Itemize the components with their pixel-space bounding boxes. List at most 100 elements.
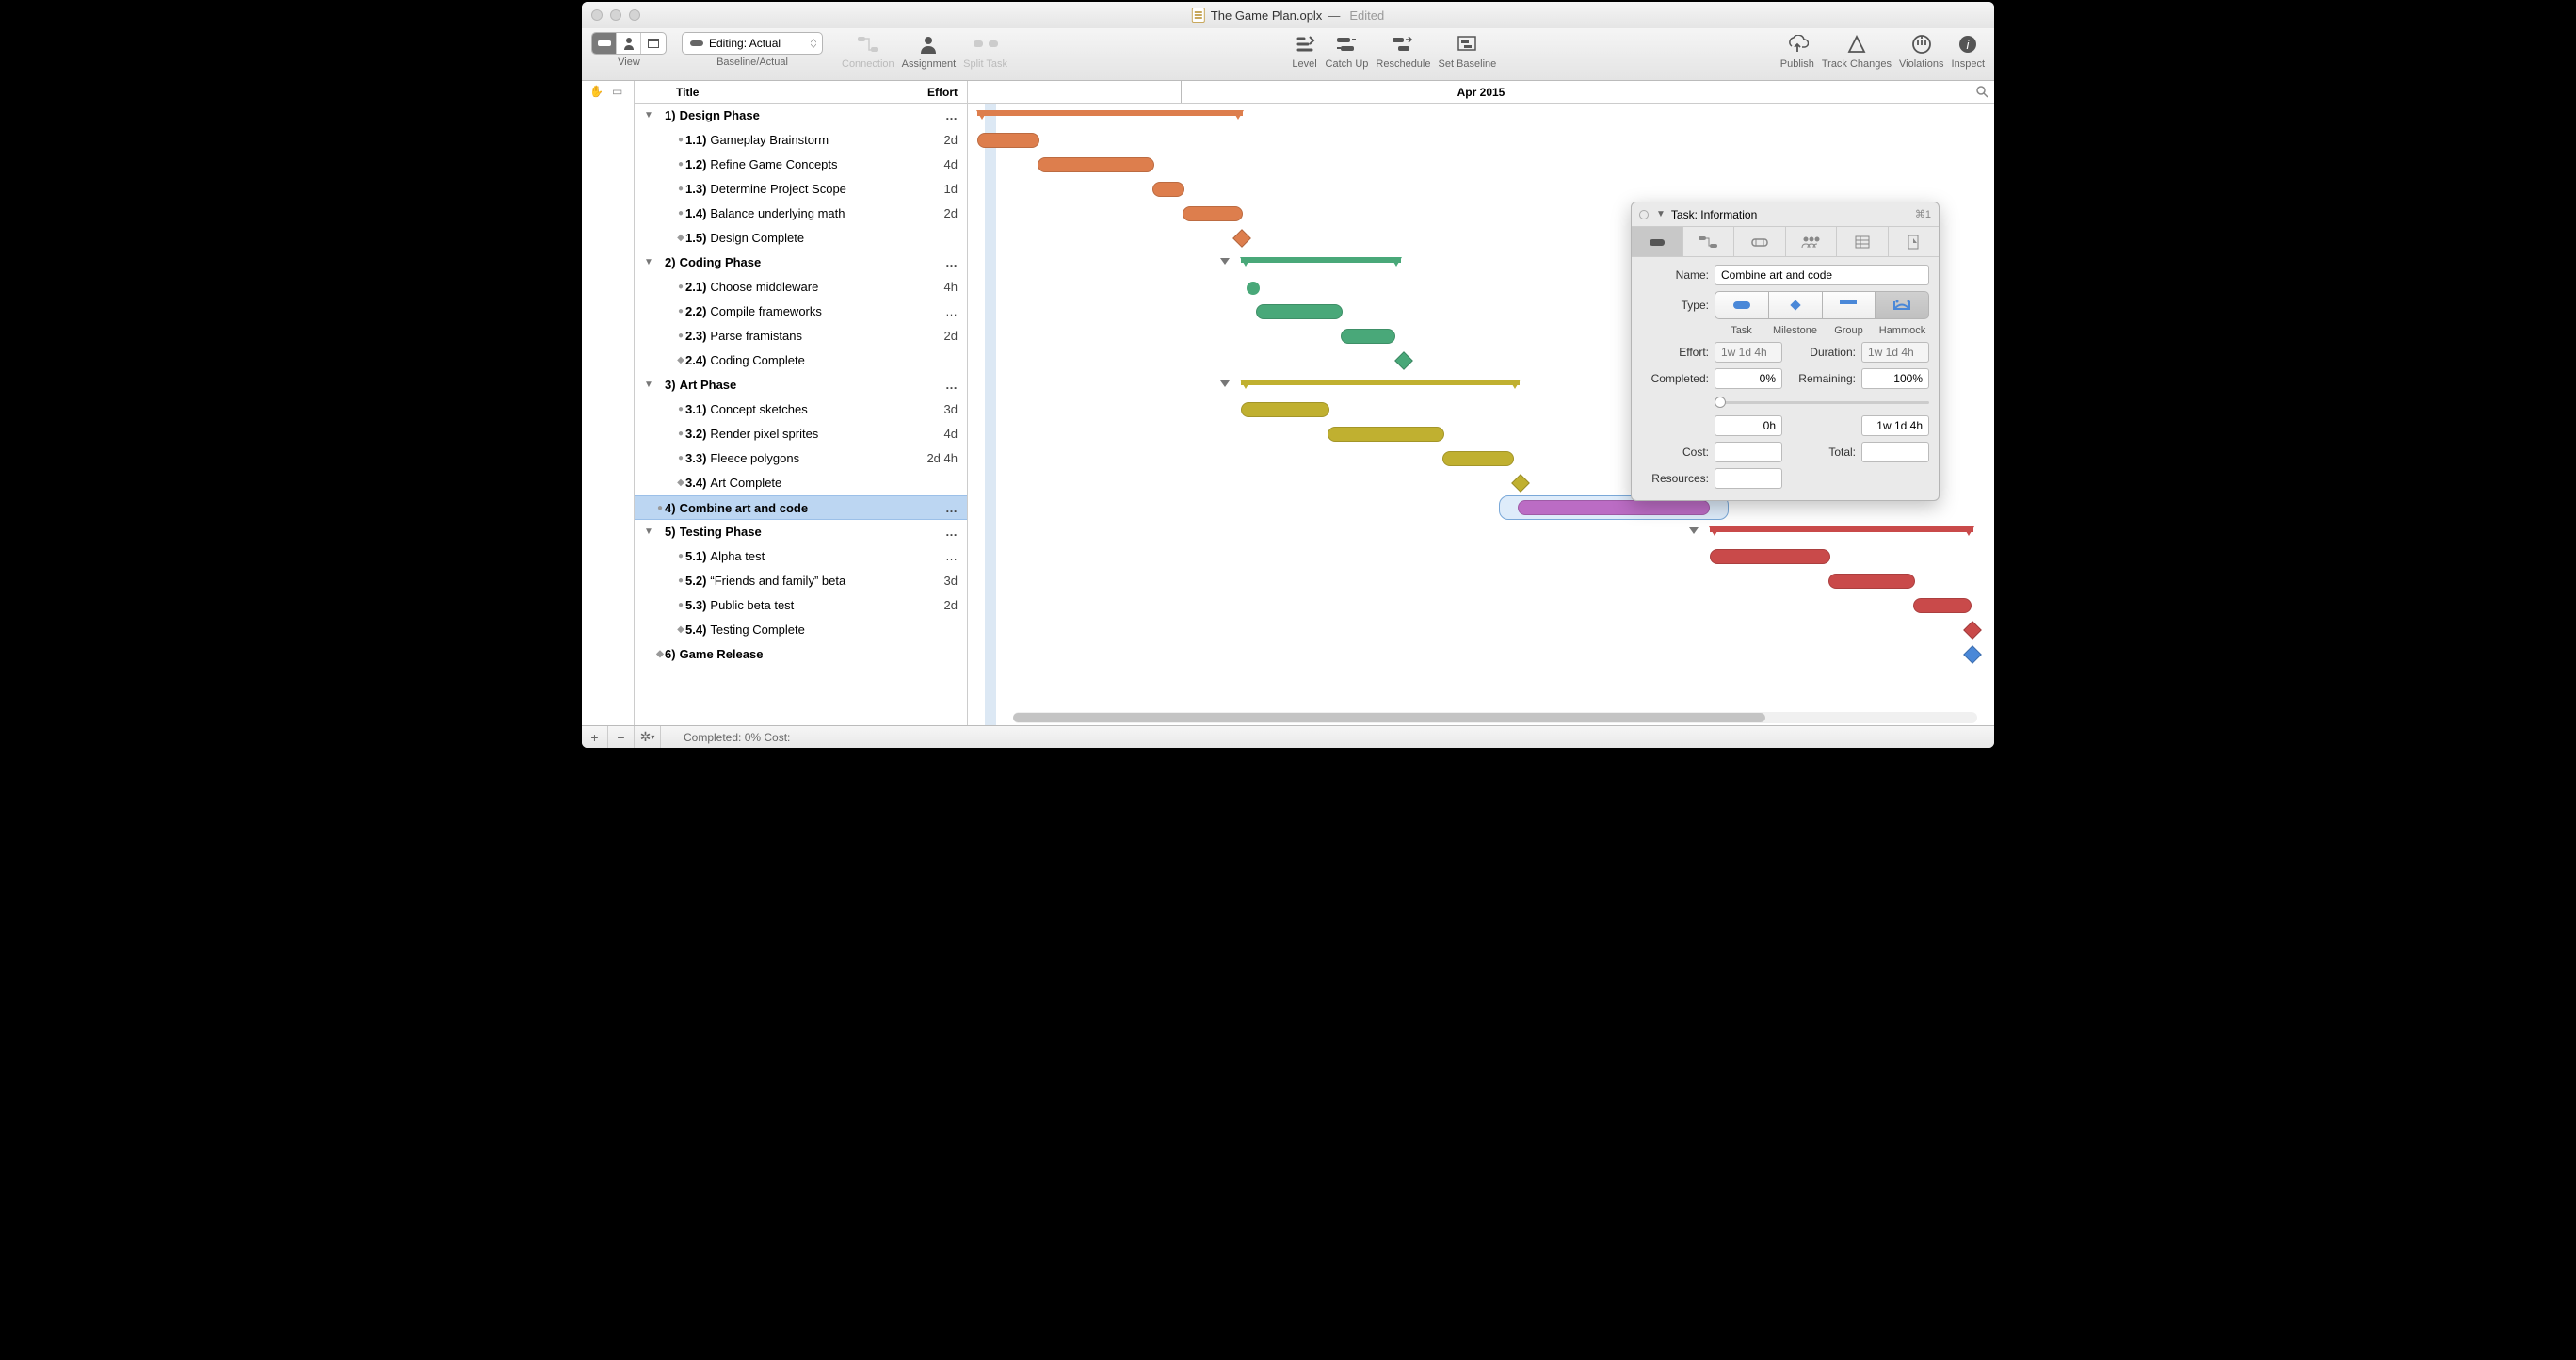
inspector-tab-resources[interactable] (1786, 227, 1838, 256)
minimize-icon[interactable] (610, 9, 621, 21)
disclosure-icon[interactable]: ▼ (642, 110, 655, 121)
gantt-bar[interactable] (1183, 206, 1243, 221)
inspector-titlebar[interactable]: ▼ Task: Information ⌘1 (1632, 202, 1939, 227)
gantt-bar[interactable] (1710, 549, 1830, 564)
inspector-tab-dependencies[interactable] (1683, 227, 1735, 256)
task-row[interactable]: ●2.1)Choose middleware4h (635, 275, 967, 300)
view-segmented[interactable] (591, 32, 667, 55)
task-rows[interactable]: ▼1)Design Phase…●1.1)Gameplay Brainstorm… (635, 104, 967, 725)
task-row[interactable]: ●1.2)Refine Game Concepts4d (635, 153, 967, 177)
type-hammock-button[interactable] (1876, 291, 1929, 319)
view-resources-button[interactable] (617, 33, 641, 54)
task-row[interactable]: ◆6)Game Release (635, 642, 967, 667)
remaining-duration-field[interactable] (1861, 415, 1929, 436)
view-gantt-button[interactable] (592, 33, 617, 54)
task-row[interactable]: ▼5)Testing Phase… (635, 520, 967, 544)
gantt-dot[interactable] (1247, 282, 1260, 295)
type-group-button[interactable] (1823, 291, 1876, 319)
gantt-bar[interactable] (1518, 500, 1710, 515)
task-row[interactable]: ●5.1)Alpha test… (635, 544, 967, 569)
gantt-milestone[interactable] (1963, 621, 1982, 640)
gantt-milestone[interactable] (1963, 645, 1982, 664)
track-changes-button[interactable] (1843, 32, 1870, 57)
close-icon[interactable] (591, 9, 603, 21)
completed-field[interactable] (1715, 368, 1782, 389)
task-row[interactable]: ●1.4)Balance underlying math2d (635, 202, 967, 226)
titlebar[interactable]: The Game Plan.oplx — Edited (582, 2, 1994, 28)
gantt-bar[interactable] (1442, 451, 1514, 466)
disclosure-icon[interactable]: ▼ (642, 257, 655, 267)
inspector-tab-scheduling[interactable] (1734, 227, 1786, 256)
task-row[interactable]: ●3.2)Render pixel sprites4d (635, 422, 967, 446)
task-row[interactable]: ▼2)Coding Phase… (635, 251, 967, 275)
done-hours-field[interactable] (1715, 415, 1782, 436)
cost-field[interactable] (1715, 442, 1782, 462)
gantt-milestone[interactable] (1511, 474, 1530, 493)
gantt-milestone[interactable] (1232, 229, 1251, 248)
action-menu-button[interactable]: ✲▾ (635, 726, 661, 748)
remove-button[interactable]: − (608, 726, 635, 748)
task-row[interactable]: ◆2.4)Coding Complete (635, 348, 967, 373)
task-row[interactable]: ◆5.4)Testing Complete (635, 618, 967, 642)
inspect-button[interactable]: i (1955, 32, 1981, 57)
task-inspector[interactable]: ▼ Task: Information ⌘1 Name: Type: (1631, 202, 1940, 501)
assignment-button[interactable] (915, 32, 942, 57)
gantt-milestone[interactable] (1394, 351, 1413, 370)
task-row[interactable]: ●1.1)Gameplay Brainstorm2d (635, 128, 967, 153)
inspector-tab-attachments[interactable] (1889, 227, 1940, 256)
type-milestone-button[interactable] (1769, 291, 1823, 319)
task-row[interactable]: ●5.2)“Friends and family” beta3d (635, 569, 967, 593)
baseline-actual-dropdown[interactable]: Editing: Actual (682, 32, 823, 55)
total-field[interactable] (1861, 442, 1929, 462)
group-disclosure-icon[interactable] (1689, 527, 1699, 534)
horizontal-scrollbar[interactable] (1013, 712, 1977, 723)
inspector-tab-info[interactable] (1632, 227, 1683, 256)
note-icon[interactable]: ▭ (612, 85, 627, 98)
task-row[interactable]: ●5.3)Public beta test2d (635, 593, 967, 618)
group-disclosure-icon[interactable] (1220, 380, 1230, 387)
type-task-button[interactable] (1715, 291, 1769, 319)
completion-slider[interactable] (1715, 395, 1929, 410)
effort-column-header[interactable]: Effort (912, 86, 967, 99)
task-row[interactable]: ◆1.5)Design Complete (635, 226, 967, 251)
zoom-icon[interactable] (629, 9, 640, 21)
window-controls[interactable] (591, 9, 640, 21)
level-button[interactable] (1292, 32, 1318, 57)
title-column-header[interactable]: Title (635, 86, 912, 99)
view-calendar-button[interactable] (641, 33, 666, 54)
gantt-bar[interactable] (1038, 157, 1154, 172)
timeline-header[interactable]: Apr 2015 (968, 81, 1994, 104)
set-baseline-button[interactable] (1454, 32, 1480, 57)
task-row[interactable]: ◆3.4)Art Complete (635, 471, 967, 495)
task-row[interactable]: ●4)Combine art and code… (635, 495, 967, 520)
catch-up-button[interactable] (1333, 32, 1360, 57)
inspector-close-icon[interactable] (1639, 210, 1649, 219)
duration-field[interactable] (1861, 342, 1929, 363)
effort-field[interactable] (1715, 342, 1782, 363)
task-row[interactable]: ▼1)Design Phase… (635, 104, 967, 128)
name-field[interactable] (1715, 265, 1929, 285)
outline-header[interactable]: Title Effort (635, 81, 967, 104)
gantt-bar[interactable] (1152, 182, 1184, 197)
gantt-bar[interactable] (1256, 304, 1343, 319)
add-button[interactable]: + (582, 726, 608, 748)
task-row[interactable]: ●1.3)Determine Project Scope1d (635, 177, 967, 202)
gantt-group-bar[interactable]: .bar.group::before,.bar.group::after{bor… (1241, 380, 1520, 385)
inspector-tab-notes[interactable] (1837, 227, 1889, 256)
resources-field[interactable] (1715, 468, 1782, 489)
gantt-bar[interactable] (1913, 598, 1972, 613)
gantt-bar[interactable] (1828, 574, 1915, 589)
gantt-bar[interactable] (1328, 427, 1444, 442)
type-segmented[interactable] (1715, 291, 1929, 319)
hand-icon[interactable]: ✋ (589, 85, 604, 98)
violations-button[interactable] (1908, 32, 1935, 57)
disclosure-icon[interactable]: ▼ (642, 526, 655, 537)
scrollbar-thumb[interactable] (1013, 713, 1765, 722)
gantt-group-bar[interactable]: .bar.group::before,.bar.group::after{bor… (1241, 257, 1401, 263)
task-row[interactable]: ●2.3)Parse framistans2d (635, 324, 967, 348)
task-row[interactable]: ▼3)Art Phase… (635, 373, 967, 397)
gantt-group-bar[interactable]: .bar.group::before,.bar.group::after{bor… (977, 110, 1243, 116)
publish-button[interactable] (1784, 32, 1811, 57)
reschedule-button[interactable] (1390, 32, 1416, 57)
group-disclosure-icon[interactable] (1220, 258, 1230, 265)
